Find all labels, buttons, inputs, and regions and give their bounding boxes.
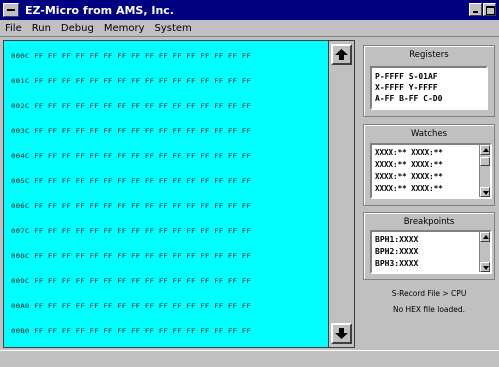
breakpoint-line: BPH2:XXXX	[375, 247, 419, 256]
window-controls	[469, 3, 496, 16]
watch-line: XXXX:** XXXX:**	[375, 148, 443, 157]
menu-run[interactable]: Run	[27, 23, 56, 34]
breakpoints-list[interactable]: BPH1:XXXX BPH2:XXXX BPH3:XXXX	[370, 230, 492, 274]
breakpoints-panel: Breakpoints BPH1:XXXX BPH2:XXXX BPH3:XXX…	[363, 212, 495, 280]
arrow-up-icon	[335, 49, 348, 60]
breakpoints-scrollbar[interactable]	[479, 232, 490, 272]
file-status-panel: S-Record File > CPU No HEX file loaded.	[363, 283, 495, 332]
watches-list[interactable]: XXXX:** XXXX:** XXXX:** XXXX:** XXXX:** …	[370, 143, 492, 199]
menu-system[interactable]: System	[149, 23, 196, 34]
register-line: P-FFFF S-01AF	[375, 72, 438, 81]
registers-panel: Registers P-FFFF S-01AF X-FFFF Y-FFFF A-…	[363, 45, 495, 117]
scroll-down-button[interactable]	[331, 323, 352, 344]
menu-file[interactable]: File	[0, 23, 27, 34]
watches-scrollbar[interactable]	[479, 145, 490, 197]
registers-box[interactable]: P-FFFF S-01AF X-FFFF Y-FFFF A-FF B-FF C-…	[370, 66, 488, 110]
menu-debug[interactable]: Debug	[56, 23, 99, 34]
menu-memory[interactable]: Memory	[99, 23, 150, 34]
register-line: X-FFFF Y-FFFF	[375, 83, 438, 92]
menu-bar: File Run Debug Memory System	[0, 20, 499, 37]
breakpoints-scroll-down-icon[interactable]	[480, 262, 490, 272]
srecord-status: S-Record File > CPU	[391, 289, 467, 298]
memory-row: 002C FF FF FF FF FF FF FF FF FF FF FF FF…	[11, 102, 251, 110]
watches-panel: Watches XXXX:** XXXX:** XXXX:** XXXX:** …	[363, 124, 495, 206]
memory-row: 009C FF FF FF FF FF FF FF FF FF FF FF FF…	[11, 277, 251, 285]
memory-row: 007C FF FF FF FF FF FF FF FF FF FF FF FF…	[11, 227, 251, 235]
scroll-up-button[interactable]	[331, 44, 352, 65]
memory-row: 00B0 FF FF FF FF FF FF FF FF FF FF FF FF…	[11, 327, 251, 335]
arrow-down-icon	[335, 328, 348, 339]
watches-scroll-up-icon[interactable]	[480, 145, 490, 155]
memory-row: 003C FF FF FF FF FF FF FF FF FF FF FF FF…	[11, 127, 251, 135]
title-bar[interactable]: EZ-Micro from AMS, Inc.	[0, 0, 499, 20]
memory-row: 000C FF FF FF FF FF FF FF FF FF FF FF FF…	[11, 52, 251, 60]
hex-file-status: No HEX file loaded.	[392, 305, 466, 314]
breakpoints-title: Breakpoints	[403, 217, 455, 227]
watch-line: XXXX:** XXXX:**	[375, 184, 443, 193]
watches-title: Watches	[410, 129, 448, 139]
registers-title: Registers	[409, 50, 449, 60]
app-window: EZ-Micro from AMS, Inc. File Run Debug M…	[0, 0, 499, 367]
memory-row: 005C FF FF FF FF FF FF FF FF FF FF FF FF…	[11, 177, 251, 185]
watches-scroll-down-icon[interactable]	[480, 187, 490, 197]
memory-row: 001C FF FF FF FF FF FF FF FF FF FF FF FF…	[11, 77, 251, 85]
breakpoints-scroll-up-icon[interactable]	[480, 232, 490, 242]
watches-scroll-thumb[interactable]	[480, 157, 490, 166]
breakpoint-line: BPH3:XXXX	[375, 259, 419, 268]
maximize-button[interactable]	[483, 3, 496, 16]
memory-row: 004C FF FF FF FF FF FF FF FF FF FF FF FF…	[11, 152, 251, 160]
status-bar	[0, 350, 499, 367]
breakpoint-line: BPH1:XXXX	[375, 235, 419, 244]
memory-dump-pane[interactable]: 000C FF FF FF FF FF FF FF FF FF FF FF FF…	[3, 40, 329, 348]
watch-line: XXXX:** XXXX:**	[375, 172, 443, 181]
memory-row: 00A0 FF FF FF FF FF FF FF FF FF FF FF FF…	[11, 302, 251, 310]
register-line: A-FF B-FF C-D0	[375, 94, 443, 103]
memory-scrollbar[interactable]	[329, 40, 355, 348]
watch-line: XXXX:** XXXX:**	[375, 160, 443, 169]
memory-row: 008C FF FF FF FF FF FF FF FF FF FF FF FF…	[11, 252, 251, 260]
system-menu-icon[interactable]	[3, 3, 19, 17]
memory-row: 006C FF FF FF FF FF FF FF FF FF FF FF FF…	[11, 202, 251, 210]
window-title: EZ-Micro from AMS, Inc.	[25, 3, 174, 17]
minimize-button[interactable]	[469, 3, 482, 16]
